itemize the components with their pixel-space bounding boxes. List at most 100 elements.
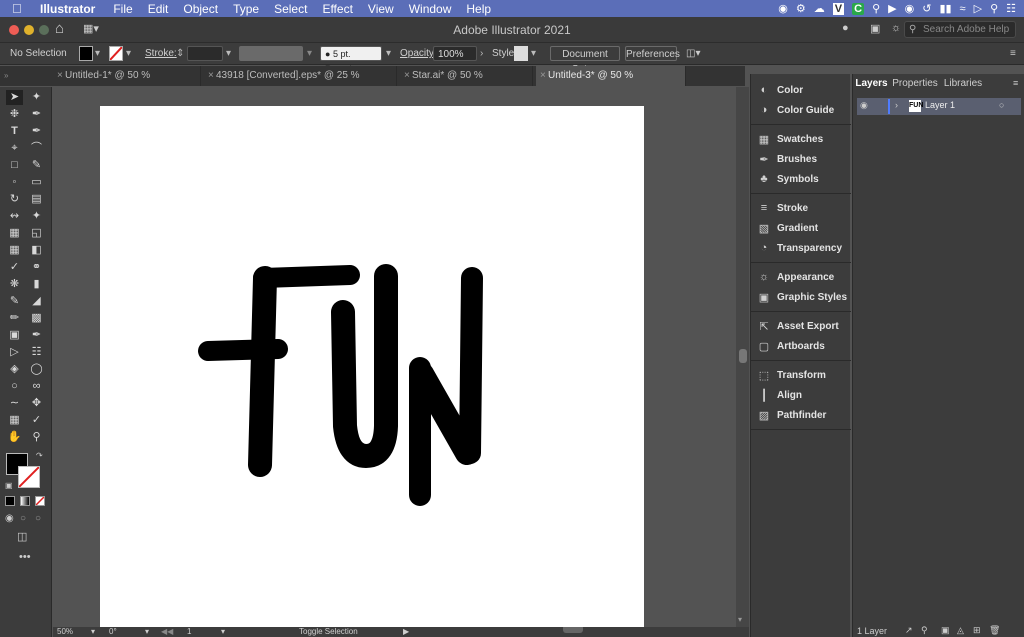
menu-select[interactable]: Select — [274, 2, 307, 16]
canvas-area[interactable] — [53, 87, 736, 627]
more-tools-icon[interactable]: ••• — [19, 551, 31, 563]
letter-f-crossbar[interactable] — [198, 339, 288, 361]
measure-tool-icon[interactable]: ✓ — [28, 413, 45, 428]
column-graph-tool-icon[interactable]: ▮ — [28, 277, 45, 292]
crop-tool-icon[interactable]: ▣ — [6, 328, 23, 343]
stroke-weight-field[interactable] — [187, 46, 223, 61]
menu-file[interactable]: File — [113, 2, 132, 16]
close-tab-icon[interactable]: × — [208, 66, 214, 86]
layer-row[interactable]: ◉ › FUN Layer 1 ○ — [857, 98, 1021, 115]
gradient-tool-icon[interactable]: ◧ — [28, 243, 45, 258]
rotation-dropdown-icon[interactable]: ▾ — [145, 627, 149, 636]
layers-panel-menu-icon[interactable]: ≡ — [1013, 78, 1018, 88]
close-window-button[interactable] — [9, 25, 19, 35]
menu-type[interactable]: Type — [233, 2, 259, 16]
collapse-panel-icon[interactable]: » — [4, 71, 8, 80]
search-icon[interactable]: ⚲ — [872, 2, 880, 15]
blob-brush-tool-icon[interactable]: ✎ — [6, 294, 23, 309]
play-icon[interactable]: ▶ — [888, 2, 896, 15]
panel-color[interactable]: ◐ Color — [751, 80, 851, 100]
tab-libraries[interactable]: Libraries — [941, 74, 985, 94]
panel-gradient[interactable]: ▧ Gradient — [751, 218, 851, 238]
opacity-field[interactable]: 100% — [433, 46, 477, 61]
locate-object-icon[interactable]: ⚲ — [921, 625, 928, 636]
close-tab-icon[interactable]: × — [540, 66, 546, 86]
graphic-style-swatch[interactable] — [514, 46, 528, 61]
expand-layer-icon[interactable]: › — [895, 100, 898, 110]
artboard[interactable] — [100, 106, 644, 627]
fun-artwork[interactable] — [100, 106, 644, 627]
tab-layers[interactable]: Layers — [853, 74, 890, 94]
selection-tool-icon[interactable]: ➤ — [6, 90, 23, 105]
free-transform-tool-icon[interactable]: ▦ — [6, 226, 23, 241]
draw-normal-icon[interactable]: ◉ — [5, 513, 14, 524]
stroke-color-box[interactable] — [18, 466, 40, 488]
home-icon[interactable]: ⌂ — [55, 20, 64, 37]
new-layer-icon[interactable]: ⊞ — [973, 625, 981, 636]
layer-name[interactable]: Layer 1 — [925, 100, 955, 110]
play-circle-icon[interactable]: ▷ — [974, 2, 982, 15]
visibility-eye-icon[interactable]: ◉ — [860, 100, 868, 111]
zoom-window-button[interactable] — [39, 25, 49, 35]
menu-window[interactable]: Window — [409, 2, 452, 16]
battery-icon[interactable]: ▮▮ — [939, 2, 951, 15]
letter-f-stem[interactable] — [248, 266, 277, 477]
profile-dropdown-icon[interactable]: ▾ — [307, 46, 312, 61]
current-tool-status[interactable]: Toggle Selection — [299, 627, 358, 636]
menu-effect[interactable]: Effect — [322, 2, 352, 16]
panel-pathfinder[interactable]: ▨ Pathfinder — [751, 405, 851, 425]
control-center-icon[interactable]: ☷ — [1006, 2, 1016, 15]
variable-width-profile[interactable] — [239, 46, 303, 61]
panel-stroke[interactable]: ≡ Stroke — [751, 198, 851, 218]
lasso-tool-icon[interactable]: ❉ — [6, 107, 23, 122]
none-mode-icon[interactable] — [35, 496, 45, 506]
menu-help[interactable]: Help — [466, 2, 491, 16]
artboard-dropdown-icon[interactable]: ▾ — [221, 627, 225, 636]
shape-builder-tool-icon[interactable]: ◱ — [28, 226, 45, 241]
tab-properties[interactable]: Properties — [891, 74, 939, 94]
zoom-level[interactable]: 50% — [57, 627, 73, 636]
live-paint-tool-icon[interactable]: ◢ — [28, 294, 45, 309]
zoom-tool-icon[interactable]: ⚲ — [28, 430, 45, 445]
cloud-icon[interactable]: ☁ — [814, 2, 825, 15]
panel-transform[interactable]: ⬚ Transform — [751, 365, 851, 385]
tab-untitled-3[interactable]: × Untitled-3* @ 50 % (RGB/Preview) — [536, 66, 686, 101]
menu-object[interactable]: Object — [183, 2, 218, 16]
help-search-input[interactable]: ⚲ Search Adobe Help — [904, 21, 1016, 38]
tab-43918-converted[interactable]: × 43918 [Converted].eps* @ 25 % (RGB/Pre… — [204, 66, 397, 101]
document-setup-button[interactable]: Document Setup — [550, 46, 620, 75]
tab-star[interactable]: × Star.ai* @ 50 % (RGB/Preview) — [400, 66, 533, 101]
panel-align[interactable]: ┃ Align — [751, 385, 851, 405]
first-artboard-icon[interactable]: ◀◀ — [161, 627, 173, 636]
panel-graphic-styles[interactable]: ▣ Graphic Styles — [751, 287, 851, 307]
close-tab-icon[interactable]: × — [404, 66, 410, 86]
minimize-window-button[interactable] — [24, 25, 34, 35]
letter-f-top-bar[interactable] — [253, 265, 360, 288]
tab-untitled-1[interactable]: × Untitled-1* @ 50 % (RGB/Preview) — [53, 66, 201, 101]
eyedropper-tool-icon[interactable]: ✓ — [6, 260, 23, 275]
workspace-switcher-icon[interactable]: ▦▾ — [83, 22, 99, 35]
warp-tool-icon[interactable]: ∞ — [28, 379, 45, 394]
puppet-warp-tool-icon[interactable]: ✦ — [28, 209, 45, 224]
menu-app-name[interactable]: Illustrator — [40, 2, 95, 16]
gradient-mode-icon[interactable] — [20, 496, 30, 506]
export-icon[interactable]: ↗ — [905, 625, 913, 636]
pen-tool-icon[interactable]: ✒ — [28, 107, 45, 122]
zoom-dropdown-icon[interactable]: ▾ — [91, 627, 95, 636]
stroke-label[interactable]: Stroke: — [145, 46, 177, 61]
blend-tool-icon[interactable]: ⚭ — [28, 260, 45, 275]
brush-dropdown-icon[interactable]: ▾ — [386, 46, 391, 61]
stroke-weight-stepper[interactable]: ⇕ — [176, 46, 184, 61]
artboard-number[interactable]: 1 — [187, 627, 191, 636]
letter-n-right-stem[interactable] — [459, 267, 483, 464]
letter-u[interactable] — [331, 264, 398, 468]
make-clipping-mask-icon[interactable]: ▣ — [941, 625, 950, 636]
discover-icon[interactable]: ☼ — [891, 22, 901, 34]
type-tool-icon[interactable]: T — [6, 124, 23, 139]
pencil-tool-icon[interactable]: ✏ — [6, 311, 23, 326]
menu-edit[interactable]: Edit — [148, 2, 169, 16]
opacity-arrow-icon[interactable]: › — [480, 46, 483, 61]
ellipse-tool-icon[interactable]: ○ — [6, 379, 23, 394]
draw-inside-icon[interactable]: ○ — [35, 513, 41, 524]
scale-tool-icon[interactable]: ▤ — [28, 192, 45, 207]
